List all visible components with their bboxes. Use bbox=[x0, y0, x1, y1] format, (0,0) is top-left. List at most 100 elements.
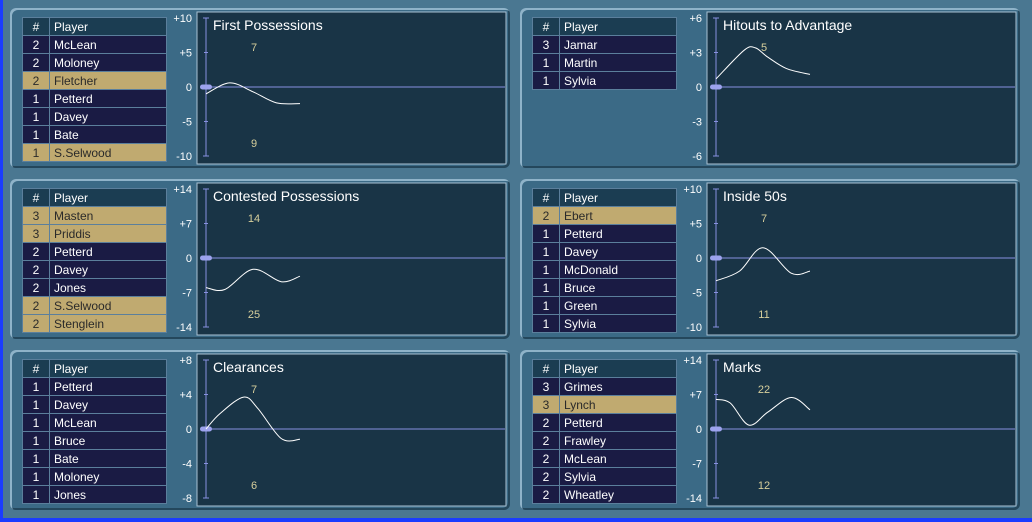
y-tick-label: 0 bbox=[186, 424, 192, 436]
player-column-header: Player bbox=[559, 359, 677, 378]
row-player-name: Petterd bbox=[49, 377, 167, 396]
row-count: 2 bbox=[532, 467, 560, 486]
table-row: 2 Frawley bbox=[532, 431, 677, 450]
y-tick-label: -4 bbox=[182, 459, 192, 471]
table-row: 2 Petterd bbox=[22, 242, 167, 261]
row-player-name: Martin bbox=[559, 53, 677, 72]
row-count: 1 bbox=[22, 485, 50, 504]
row-player-name: Grimes bbox=[559, 377, 677, 396]
row-count: 1 bbox=[22, 143, 50, 162]
table-row: 2 McLean bbox=[22, 35, 167, 54]
row-player-name: S.Selwood bbox=[49, 296, 167, 315]
row-count: 1 bbox=[532, 278, 560, 297]
table-row: 1 Bruce bbox=[532, 278, 677, 297]
panel-clearances: # Player 1 Petterd 1 Davey 1 McLean 1 Bruce 1 Bate 1… bbox=[10, 350, 510, 510]
zero-marker bbox=[710, 426, 722, 432]
chart-title: Inside 50s bbox=[723, 188, 787, 204]
table-row: 1 Martin bbox=[532, 53, 677, 72]
chart-title: Clearances bbox=[213, 359, 284, 375]
row-count: 2 bbox=[532, 431, 560, 450]
table-row: 1 Green bbox=[532, 296, 677, 315]
y-tick-label: -8 bbox=[182, 493, 192, 505]
chart-first-possessions: +10 +5 0 -5 -10 First Possessions 7 9 bbox=[173, 11, 507, 165]
table-row: 2 Stenglein bbox=[22, 314, 167, 333]
row-player-name: Moloney bbox=[49, 53, 167, 72]
window-frame-bottom bbox=[0, 518, 1032, 522]
table-header: # Player bbox=[22, 359, 167, 378]
chart-area bbox=[706, 353, 1017, 507]
row-player-name: Stenglein bbox=[49, 314, 167, 333]
chart-clearances: +8 +4 0 -4 -8 Clearances 7 6 bbox=[179, 353, 507, 507]
table-row: 3 Lynch bbox=[532, 395, 677, 414]
row-player-name: Davey bbox=[49, 260, 167, 279]
panel-marks: # Player 3 Grimes 3 Lynch 2 Petterd 2 Frawley 2 McL… bbox=[520, 350, 1020, 510]
row-count: 1 bbox=[532, 296, 560, 315]
table-row: 2 Jones bbox=[22, 278, 167, 297]
row-count: 1 bbox=[22, 413, 50, 432]
chart-contested-possessions: +14 +7 0 -7 -14 Contested Possessions 14 25 bbox=[173, 182, 507, 336]
player-column-header: Player bbox=[559, 17, 677, 36]
y-tick-label: +7 bbox=[179, 219, 192, 231]
chart-area bbox=[706, 11, 1017, 165]
table-row: 1 Davey bbox=[22, 107, 167, 126]
zero-marker bbox=[710, 255, 722, 261]
row-player-name: S.Selwood bbox=[49, 143, 167, 162]
y-tick-label: +10 bbox=[173, 13, 192, 25]
num-column-header: # bbox=[22, 17, 50, 36]
chart-title: Hitouts to Advantage bbox=[723, 17, 852, 33]
zero-marker bbox=[200, 84, 212, 90]
y-tick-label: +8 bbox=[179, 355, 192, 367]
row-player-name: Frawley bbox=[559, 431, 677, 450]
row-player-name: Sylvia bbox=[559, 314, 677, 333]
num-column-header: # bbox=[532, 17, 560, 36]
table-header: # Player bbox=[532, 359, 677, 378]
table-header: # Player bbox=[22, 188, 167, 207]
panel-first-possessions: # Player 2 McLean 2 Moloney 2 Fletcher 1 Petterd 1… bbox=[10, 8, 510, 168]
player-table: # Player 3 Jamar 1 Martin 1 Sylvia bbox=[532, 17, 677, 90]
chart-title: First Possessions bbox=[213, 17, 323, 33]
row-count: 3 bbox=[532, 395, 560, 414]
table-row: 1 McDonald bbox=[532, 260, 677, 279]
y-tick-label: -14 bbox=[686, 493, 702, 505]
table-row: 2 Moloney bbox=[22, 53, 167, 72]
row-count: 3 bbox=[22, 224, 50, 243]
bottom-team-total: 11 bbox=[758, 309, 769, 321]
y-tick-label: 0 bbox=[696, 82, 702, 94]
panel-contested-possessions: # Player 3 Masten 3 Priddis 2 Petterd 2 Davey 2 Jon… bbox=[10, 179, 510, 339]
row-count: 1 bbox=[22, 107, 50, 126]
table-row: 2 Fletcher bbox=[22, 71, 167, 90]
row-count: 1 bbox=[22, 377, 50, 396]
row-player-name: Green bbox=[559, 296, 677, 315]
y-tick-label: 0 bbox=[696, 253, 702, 265]
row-player-name: Bate bbox=[49, 125, 167, 144]
player-table: # Player 3 Masten 3 Priddis 2 Petterd 2 Davey 2 Jon… bbox=[22, 188, 167, 333]
row-player-name: Sylvia bbox=[559, 467, 677, 486]
y-tick-label: +14 bbox=[683, 355, 702, 367]
row-count: 2 bbox=[532, 206, 560, 225]
bottom-team-total: 9 bbox=[251, 138, 257, 150]
row-player-name: Bruce bbox=[559, 278, 677, 297]
y-tick-label: +6 bbox=[689, 13, 702, 25]
y-tick-label: -10 bbox=[686, 322, 702, 334]
table-header: # Player bbox=[532, 17, 677, 36]
y-tick-label: -10 bbox=[176, 151, 192, 163]
row-count: 1 bbox=[532, 53, 560, 72]
row-count: 2 bbox=[22, 71, 50, 90]
chart-hitouts-to-advantage: +6+30-3-6Hitouts to Advantage5 bbox=[689, 11, 1017, 165]
row-player-name: Bruce bbox=[49, 431, 167, 450]
table-row: 3 Masten bbox=[22, 206, 167, 225]
y-tick-label: 0 bbox=[696, 424, 702, 436]
panel-inside-50s: # Player 2 Ebert 1 Petterd 1 Davey 1 McDonald 1 Bru… bbox=[520, 179, 1020, 339]
y-tick-label: 0 bbox=[186, 253, 192, 265]
row-player-name: McLean bbox=[49, 413, 167, 432]
row-player-name: Priddis bbox=[49, 224, 167, 243]
row-count: 2 bbox=[22, 260, 50, 279]
row-player-name: Petterd bbox=[559, 224, 677, 243]
top-team-total: 7 bbox=[761, 213, 767, 225]
row-player-name: Fletcher bbox=[49, 71, 167, 90]
row-count: 1 bbox=[22, 125, 50, 144]
y-tick-label: -7 bbox=[692, 459, 702, 471]
row-count: 1 bbox=[532, 224, 560, 243]
y-tick-label: 0 bbox=[186, 82, 192, 94]
zero-marker bbox=[710, 84, 722, 90]
